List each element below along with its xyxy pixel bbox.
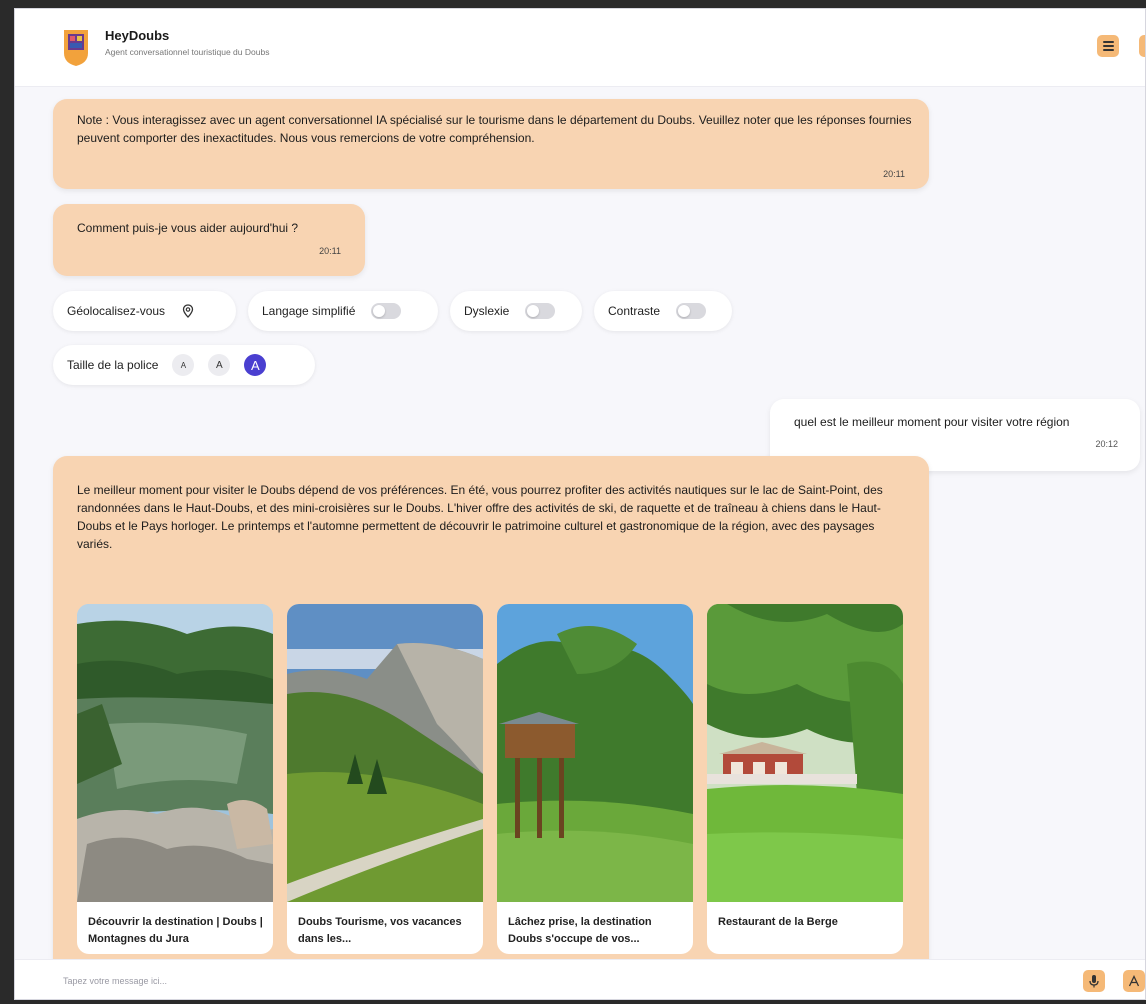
header: HeyDoubs Agent conversationnel touristiq… — [15, 9, 1145, 87]
dyslexia-label: Dyslexie — [464, 304, 510, 318]
dyslexia-toggle[interactable]: Dyslexie — [450, 291, 582, 331]
result-card[interactable]: Doubs Tourisme, vos vacances dans les... — [287, 604, 483, 954]
microphone-button[interactable] — [1083, 970, 1105, 992]
app-subtitle: Agent conversationnel touristique du Dou… — [105, 47, 270, 57]
note-time: 20:11 — [883, 169, 905, 179]
result-card[interactable]: Découvrir la destination | Doubs | Monta… — [77, 604, 273, 954]
secondary-header-button[interactable] — [1139, 35, 1145, 57]
heydoubs-logo — [64, 30, 88, 66]
font-size-label: Taille de la police — [67, 358, 159, 372]
font-size-medium-button[interactable]: A — [208, 354, 231, 376]
user-message-text: quel est le meilleur moment pour visiter… — [794, 415, 1070, 429]
geolocate-label: Géolocalisez-vous — [67, 304, 166, 318]
restaurant-image — [707, 604, 903, 902]
simple-language-label: Langage simplifié — [262, 304, 356, 318]
geolocate-button[interactable]: Géolocalisez-vous — [53, 291, 236, 331]
result-card[interactable]: Lâchez prise, la destination Doubs s'occ… — [497, 604, 693, 954]
menu-button[interactable] — [1097, 35, 1119, 57]
contrast-label: Contraste — [608, 304, 661, 318]
accessibility-text-button[interactable] — [1123, 970, 1145, 992]
card-caption: Doubs Tourisme, vos vacances dans les... — [298, 916, 462, 945]
treehouse-image — [497, 604, 693, 902]
greeting-text: Comment puis-je vous aider aujourd'hui ? — [77, 221, 299, 235]
card-caption: Lâchez prise, la destination Doubs s'occ… — [508, 916, 652, 945]
card-caption: Découvrir la destination | Doubs | Monta… — [88, 916, 263, 945]
microphone-icon — [1089, 975, 1099, 988]
app-window: HeyDoubs Agent conversationnel touristiq… — [14, 8, 1146, 1000]
dyslexia-switch[interactable] — [525, 303, 556, 319]
note-message: Note : Vous interagissez avec un agent c… — [53, 99, 929, 189]
text-size-icon — [1128, 975, 1140, 987]
result-card[interactable]: Restaurant de la Berge — [707, 604, 903, 954]
location-pin-icon — [182, 304, 194, 318]
greeting-time: 20:11 — [319, 246, 341, 256]
font-size-large-button[interactable]: A — [244, 354, 267, 376]
message-input-bar: Tapez votre message ici... — [15, 959, 1145, 999]
font-size-small-button[interactable]: A — [172, 354, 195, 376]
simple-language-switch[interactable] — [371, 303, 402, 319]
note-text: Note : Vous interagissez avec un agent c… — [77, 113, 912, 145]
font-size-selector: Taille de la police A A A — [53, 345, 315, 385]
answer-text: Le meilleur moment pour visiter le Doubs… — [77, 483, 883, 551]
user-message-time: 20:12 — [1095, 439, 1118, 449]
app-title: HeyDoubs — [105, 28, 170, 43]
greeting-message: Comment puis-je vous aider aujourd'hui ?… — [53, 204, 365, 276]
contrast-switch[interactable] — [676, 303, 707, 319]
contrast-toggle[interactable]: Contraste — [594, 291, 732, 331]
message-input[interactable]: Tapez votre message ici... — [63, 976, 167, 986]
lake-landscape-image — [77, 604, 273, 902]
simple-language-toggle[interactable]: Langage simplifié — [248, 291, 438, 331]
card-caption: Restaurant de la Berge — [718, 916, 838, 928]
mountain-valley-image — [287, 604, 483, 902]
hamburger-icon — [1102, 39, 1114, 53]
